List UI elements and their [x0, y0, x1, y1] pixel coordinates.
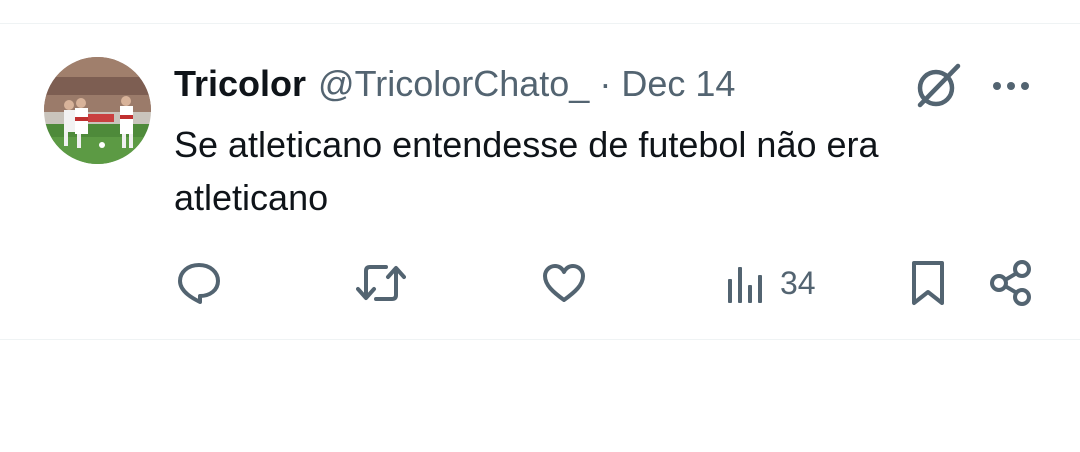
retweet-arrows-icon	[356, 265, 406, 301]
more-dots-icon[interactable]	[988, 66, 1036, 106]
bar-chart-icon	[728, 267, 762, 303]
display-name[interactable]: Tricolor	[174, 63, 306, 105]
avatar-image	[44, 57, 151, 164]
grok-icon[interactable]	[912, 60, 964, 112]
separator-dot: ·	[599, 63, 612, 104]
share-button[interactable]	[988, 258, 1034, 308]
tweet-text: Se atleticano entendesse de futebol não …	[174, 124, 879, 218]
share-icon	[990, 260, 1031, 306]
views-button[interactable]: 34	[726, 258, 816, 308]
bookmark-icon	[912, 261, 944, 305]
tweet-header: Tricolor @TricolorChato_ · Dec 14	[174, 62, 735, 106]
user-handle[interactable]: @TricolorChato_	[318, 63, 589, 105]
heart-icon	[543, 264, 585, 302]
tweet-date[interactable]: Dec 14	[621, 63, 735, 105]
bottom-divider	[0, 339, 1080, 340]
reply-button[interactable]	[176, 258, 222, 308]
bookmark-button[interactable]	[908, 258, 948, 308]
views-count: 34	[780, 264, 816, 301]
avatar[interactable]	[44, 57, 151, 164]
speech-bubble-icon	[178, 263, 220, 304]
like-button[interactable]	[541, 258, 587, 308]
retweet-button[interactable]	[356, 258, 406, 308]
top-divider	[0, 23, 1080, 24]
